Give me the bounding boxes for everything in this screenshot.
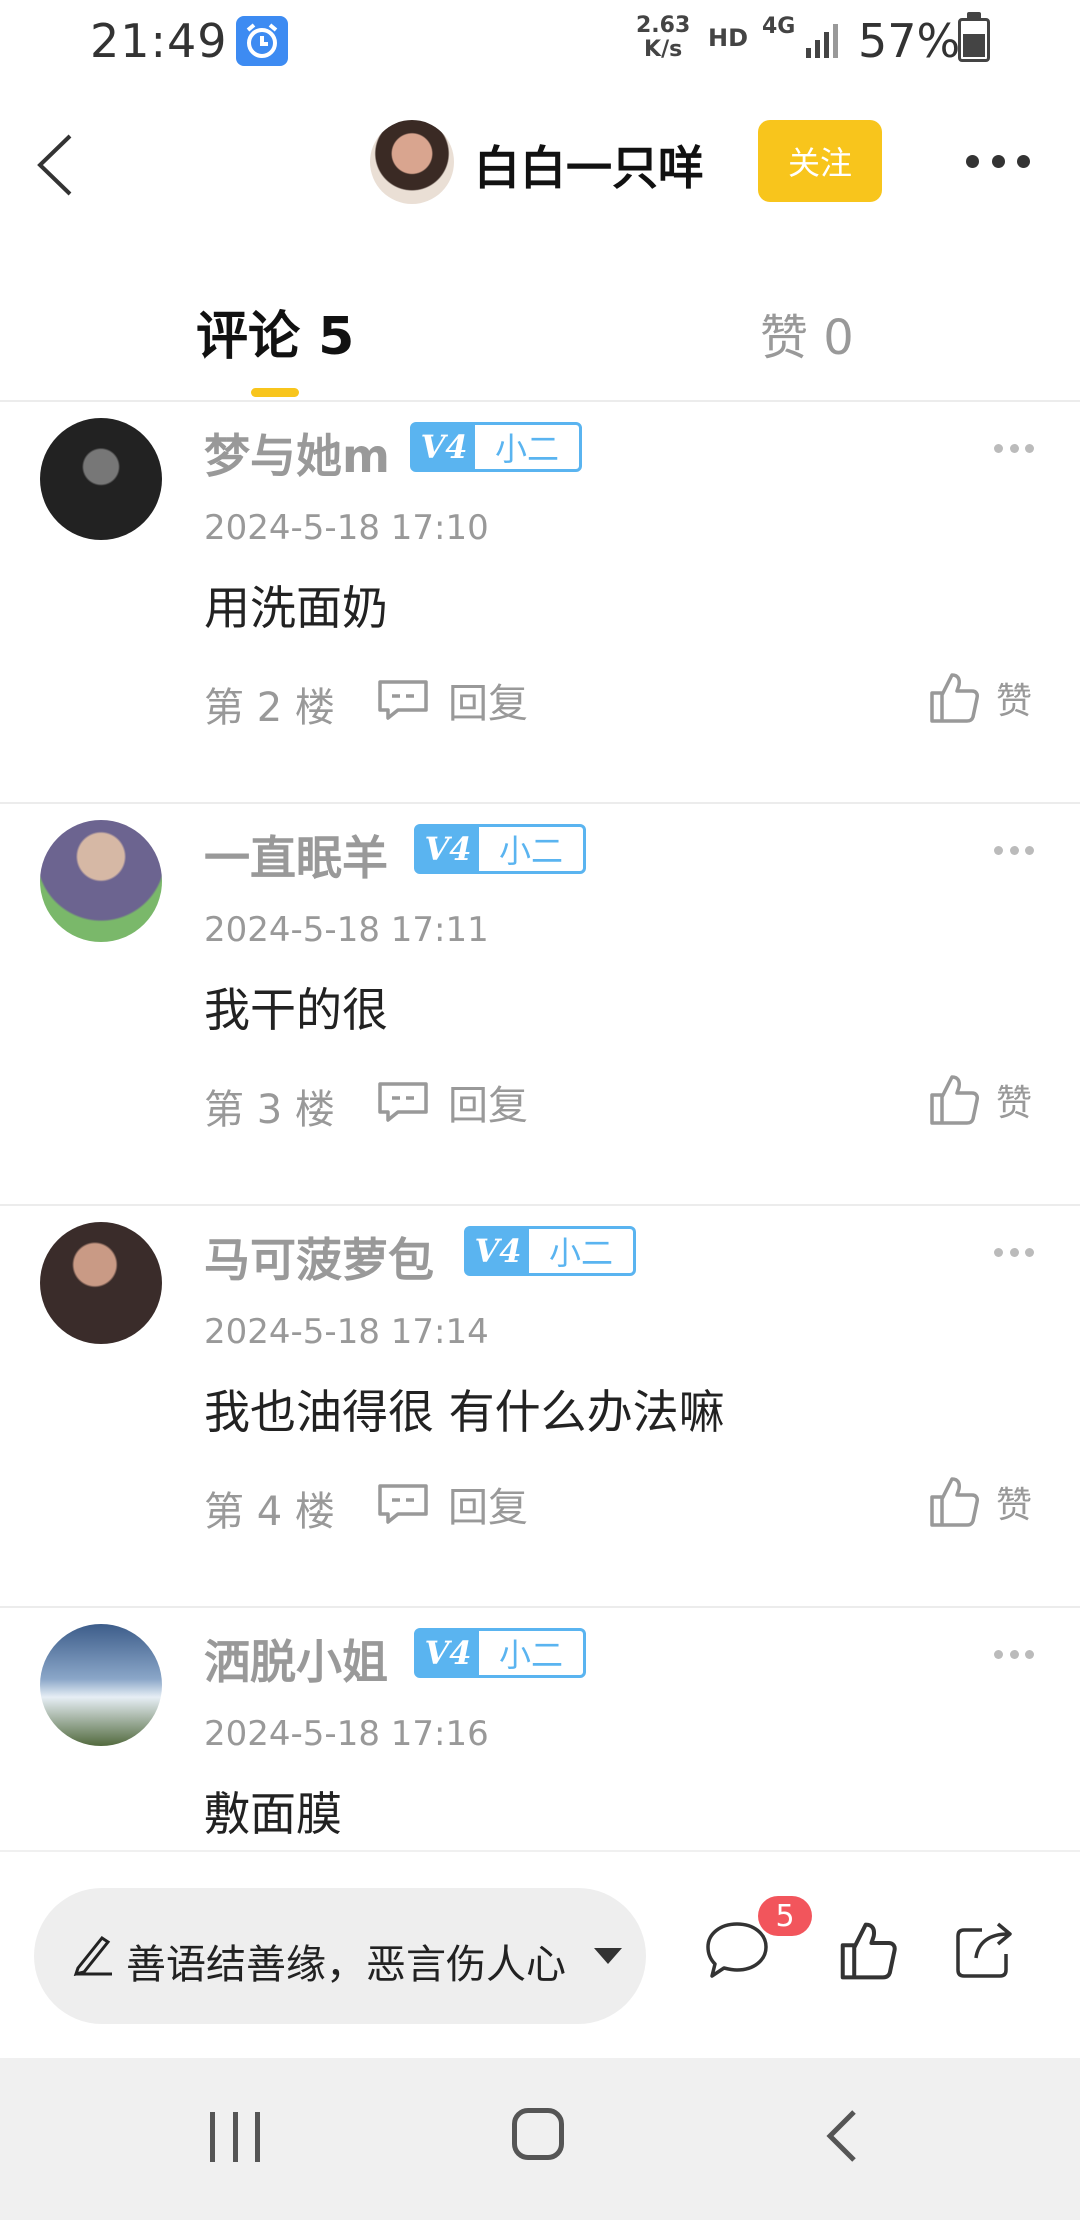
- comment-floor: 第 2 楼: [204, 685, 335, 731]
- level-badge: V4 小二: [414, 1628, 586, 1678]
- comment-username[interactable]: 梦与她m: [204, 420, 390, 486]
- tab-likes[interactable]: 赞 0: [760, 298, 854, 368]
- comment-item: 洒脱小姐 V4 小二 2024-5-18 17:16 敷面膜: [0, 1606, 1080, 1850]
- comment-count-badge: 5: [758, 1896, 812, 1936]
- comment-text: 用洗面奶: [204, 581, 388, 635]
- level-badge: V4 小二: [410, 422, 582, 472]
- reply-bubble-icon: [378, 1082, 428, 1122]
- status-bar: 21:49 2.63 K/s HD 4G 57%: [0, 0, 1080, 84]
- avatar[interactable]: [40, 820, 162, 942]
- net-speed: 2.63 K/s: [636, 13, 691, 62]
- comment-floor: 第 3 楼: [204, 1087, 335, 1133]
- thumbs-up-icon: [930, 673, 979, 723]
- hd-indicator: HD: [708, 24, 749, 52]
- back-arrow-icon: [37, 134, 72, 196]
- comment-text: 我干的很: [204, 983, 388, 1037]
- home-icon[interactable]: [512, 2108, 564, 2160]
- reply-button[interactable]: 回复: [376, 672, 528, 728]
- thumbs-up-icon: [930, 1477, 979, 1527]
- comment-floor: 第 4 楼: [204, 1489, 335, 1535]
- nav-back-icon[interactable]: [820, 2106, 866, 2170]
- comment-item: 梦与她m V4 小二 2024-5-18 17:10 用洗面奶 第 2 楼 回复…: [0, 400, 1080, 804]
- recent-apps-icon[interactable]: [210, 2112, 260, 2162]
- pen-icon: [73, 1935, 112, 1976]
- comment-username[interactable]: 洒脱小姐: [204, 1626, 388, 1692]
- comment-text: 我也油得很 有什么办法嘛: [204, 1385, 725, 1439]
- comment-input[interactable]: 善语结善缘，恶言伤人心: [34, 1888, 646, 2024]
- comment-input-placeholder: 善语结善缘，恶言伤人心: [126, 1942, 566, 1988]
- tab-active-indicator: [251, 388, 299, 397]
- comment-item: 马可菠萝包 V4 小二 2024-5-18 17:14 我也油得很 有什么办法嘛…: [0, 1204, 1080, 1608]
- tab-bar: 评论 5 赞 0: [0, 270, 1080, 402]
- reply-button[interactable]: 回复: [376, 1074, 528, 1130]
- like-button[interactable]: 赞: [928, 668, 1032, 728]
- avatar[interactable]: [40, 1222, 162, 1344]
- comment-more-icon[interactable]: [994, 444, 1034, 456]
- follow-button[interactable]: 关注: [758, 120, 882, 202]
- reply-bubble-icon: [378, 1484, 428, 1524]
- comment-time: 2024-5-18 17:10: [204, 508, 489, 548]
- status-time: 21:49: [90, 14, 228, 68]
- like-button[interactable]: 赞: [928, 1472, 1032, 1532]
- comment-time: 2024-5-18 17:14: [204, 1312, 489, 1352]
- comment-username[interactable]: 马可菠萝包: [204, 1224, 434, 1290]
- comment-more-icon[interactable]: [994, 846, 1034, 858]
- network-type: 4G: [762, 14, 796, 39]
- header: 白白一只咩 关注: [0, 100, 1080, 230]
- comment-time: 2024-5-18 17:16: [204, 1714, 489, 1754]
- author-name[interactable]: 白白一只咩: [474, 132, 704, 198]
- author-avatar[interactable]: [370, 120, 454, 204]
- battery-percent: 57%: [858, 14, 961, 68]
- tab-comments[interactable]: 评论 5: [196, 294, 354, 369]
- system-nav-bar: [0, 2058, 1080, 2220]
- comment-more-icon[interactable]: [994, 1248, 1034, 1260]
- level-badge: V4 小二: [414, 824, 586, 874]
- reply-button[interactable]: 回复: [376, 1476, 528, 1532]
- share-icon[interactable]: [954, 1920, 1016, 1984]
- thumbs-up-icon[interactable]: [838, 1920, 898, 1986]
- like-button[interactable]: 赞: [928, 1070, 1032, 1130]
- app-notification-icon: [236, 16, 288, 66]
- comment-time: 2024-5-18 17:11: [204, 910, 489, 950]
- battery-icon: [958, 12, 990, 62]
- comment-more-icon[interactable]: [994, 1650, 1034, 1662]
- more-dots-icon[interactable]: [966, 146, 1030, 176]
- level-badge: V4 小二: [464, 1226, 636, 1276]
- avatar[interactable]: [40, 418, 162, 540]
- bottom-action-bar: 善语结善缘，恶言伤人心 5: [0, 1850, 1080, 2057]
- signal-icon: [806, 20, 842, 64]
- thumbs-up-icon: [930, 1075, 979, 1125]
- reply-bubble-icon: [378, 680, 428, 720]
- avatar[interactable]: [40, 1624, 162, 1746]
- back-button[interactable]: [30, 130, 90, 200]
- comment-username[interactable]: 一直眠羊: [204, 822, 388, 888]
- comment-text: 敷面膜: [204, 1787, 342, 1841]
- comment-item: 一直眠羊 V4 小二 2024-5-18 17:11 我干的很 第 3 楼 回复…: [0, 802, 1080, 1206]
- comment-bubble-icon[interactable]: [704, 1920, 770, 1984]
- chevron-down-icon[interactable]: [594, 1948, 622, 1964]
